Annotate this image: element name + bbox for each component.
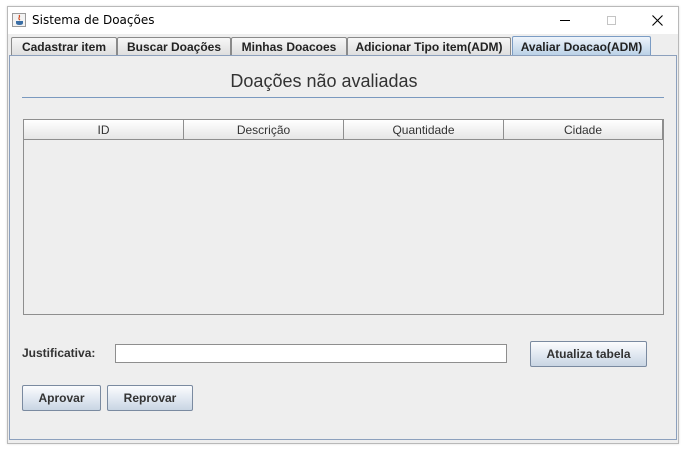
java-app-icon — [12, 13, 26, 27]
tab-bar: Cadastrar item Buscar Doações Minhas Doa… — [8, 34, 678, 56]
approve-button[interactable]: Aprovar — [22, 385, 101, 411]
maximize-icon — [606, 16, 616, 25]
tab-adicionar-tipo-item[interactable]: Adicionar Tipo item(ADM) — [347, 37, 511, 55]
table-header: ID Descrição Quantidade Cidade — [24, 120, 663, 140]
page-title: Doações não avaliadas — [230, 71, 418, 91]
window-title: Sistema de Doações — [32, 13, 155, 27]
title-separator — [22, 97, 664, 98]
tab-minhas-doacoes[interactable]: Minhas Doacoes — [231, 37, 347, 55]
justificativa-input[interactable] — [115, 344, 507, 363]
minimize-icon — [560, 20, 570, 21]
title-bar[interactable]: Sistema de Doações — [8, 7, 678, 34]
column-header-quantidade[interactable]: Quantidade — [344, 120, 504, 140]
column-header-descricao[interactable]: Descrição — [184, 120, 344, 140]
refresh-table-button[interactable]: Atualiza tabela — [530, 341, 647, 367]
justificativa-label: Justificativa: — [22, 346, 96, 360]
close-button[interactable] — [634, 7, 680, 34]
close-icon — [651, 15, 663, 26]
minimize-button[interactable] — [542, 7, 588, 34]
tab-buscar-doacoes[interactable]: Buscar Doações — [117, 37, 231, 55]
app-window: Sistema de Doações Cadastrar item Buscar… — [7, 6, 679, 444]
column-header-cidade[interactable]: Cidade — [504, 120, 663, 140]
tab-avaliar-doacao[interactable]: Avaliar Doacao(ADM) — [512, 36, 651, 56]
tab-cadastrar-item[interactable]: Cadastrar item — [11, 37, 117, 55]
reject-button[interactable]: Reprovar — [107, 385, 193, 411]
column-header-id[interactable]: ID — [24, 120, 184, 140]
maximize-button[interactable] — [588, 7, 634, 34]
donations-table[interactable]: ID Descrição Quantidade Cidade — [23, 119, 664, 315]
